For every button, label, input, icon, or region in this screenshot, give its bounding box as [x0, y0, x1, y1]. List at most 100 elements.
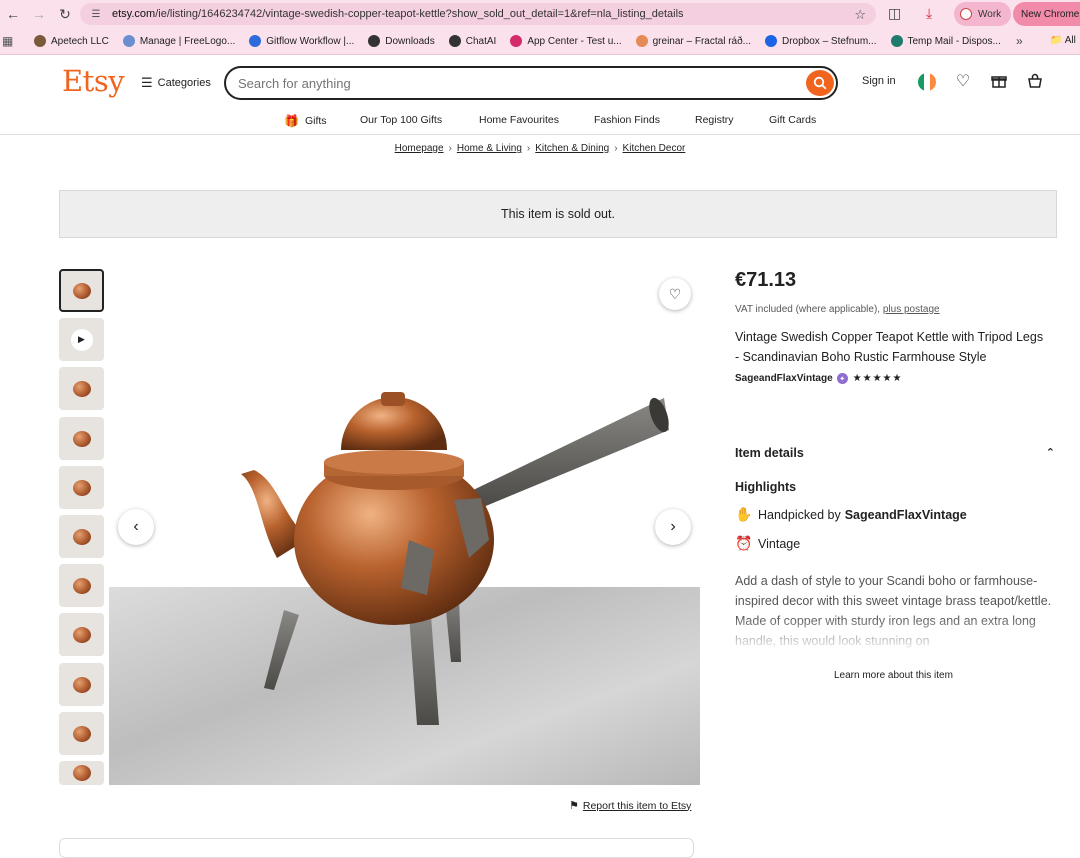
subnav-registry[interactable]: Registry [695, 114, 734, 126]
all-bookmarks[interactable]: 📁 All [1050, 35, 1076, 46]
address-bar[interactable]: ☰ etsy.com/ie/listing/1646234742/vintage… [80, 3, 876, 25]
breadcrumb-home-living[interactable]: Home & Living [457, 143, 522, 154]
reload-icon[interactable]: ↻ [52, 1, 78, 27]
reviews-panel [59, 838, 694, 858]
hand-sparkle-icon: ✋ [735, 506, 753, 522]
report-label: Report this item to Etsy [582, 799, 692, 812]
bookmark-item[interactable]: Apetech LLC [34, 35, 109, 47]
thumbnail-1[interactable] [59, 269, 104, 312]
back-icon[interactable]: ← [0, 1, 26, 27]
teapot-thumbnail-image [72, 528, 91, 545]
url-text: etsy.com/ie/listing/1646234742/vintage-s… [112, 8, 684, 20]
main-product-image [109, 270, 700, 785]
next-image-button[interactable]: › [655, 509, 691, 545]
bookmark-item[interactable]: Temp Mail - Dispos... [890, 35, 1001, 47]
learn-more-button[interactable]: Learn more about this item [834, 670, 953, 681]
profile-avatar [960, 8, 972, 20]
bookmark-item[interactable]: Dropbox – Stefnum... [765, 35, 877, 47]
thumbnail-9[interactable] [59, 663, 104, 706]
bookmark-favicon-icon [765, 35, 777, 47]
sign-in-link[interactable]: Sign in [862, 75, 896, 87]
bookmark-item[interactable]: Manage | FreeLogo... [122, 35, 235, 47]
search-button[interactable] [806, 70, 834, 96]
highlights-heading: Highlights [735, 480, 797, 494]
thumbnail-7[interactable] [59, 564, 104, 607]
item-details-toggle[interactable]: Item details ⌃ [735, 446, 1055, 460]
sold-out-banner: This item is sold out. [59, 190, 1057, 238]
category-nav: 🎁 Gifts Our Top 100 Gifts Home Favourites… [0, 107, 1080, 135]
gift-box-icon [991, 76, 1007, 88]
subnav-fashion-finds[interactable]: Fashion Finds [594, 114, 660, 126]
breadcrumb-kitchen-dining[interactable]: Kitchen & Dining [535, 143, 609, 154]
favorite-heart-button[interactable]: ♡ [659, 278, 691, 310]
postage-link[interactable]: plus postage [883, 304, 940, 315]
menu-icon: ☰ [141, 75, 153, 90]
teapot-thumbnail-image [72, 725, 91, 742]
bookmarks-bar: ▦ Apetech LLC Manage | FreeLogo... Gitflow… [0, 28, 1080, 55]
teapot-thumbnail-image [72, 626, 91, 643]
bookmark-label: Gitflow Workflow |... [266, 35, 355, 47]
search-bar [224, 66, 838, 100]
gift-icon[interactable] [989, 71, 1009, 91]
etsy-logo[interactable]: Etsy [62, 64, 125, 98]
bookmark-item[interactable]: Gitflow Workflow |... [249, 35, 354, 47]
bookmark-item[interactable]: ChatAI [448, 35, 496, 47]
thumbnail-5[interactable] [59, 466, 104, 509]
handpicked-seller-link[interactable]: SageandFlaxVintage [845, 508, 967, 522]
site-info-icon[interactable]: ☰ [88, 6, 104, 22]
subnav-gift-cards[interactable]: Gift Cards [769, 114, 816, 126]
subnav-label: Gifts [304, 115, 327, 127]
gift-icon: 🎁 [284, 114, 299, 128]
cart-icon[interactable] [1025, 71, 1045, 91]
bookmark-item[interactable]: App Center - Test u... [510, 35, 622, 47]
bookmark-item[interactable]: Downloads [368, 35, 435, 47]
item-description: Add a dash of style to your Scandi boho … [735, 574, 1052, 648]
favorites-heart-icon[interactable]: ♡ [953, 71, 973, 91]
teapot-thumbnail-image [72, 430, 91, 447]
subnav-top-100-gifts[interactable]: Our Top 100 Gifts [360, 114, 442, 126]
new-chrome-label: New Chrome a [1021, 8, 1080, 20]
report-item-link[interactable]: ⚑ Report this item to Etsy [569, 799, 692, 813]
subnav-home-favourites[interactable]: Home Favourites [479, 114, 559, 126]
breadcrumb-homepage[interactable]: Homepage [395, 143, 444, 154]
alarm-clock-icon: ⏰ [735, 535, 753, 551]
chevron-right-icon: › [614, 143, 618, 154]
thumbnail-10[interactable] [59, 712, 104, 755]
breadcrumb-kitchen-decor[interactable]: Kitchen Decor [623, 143, 686, 154]
bookmark-item[interactable]: greinar – Fractal ráð... [635, 35, 751, 47]
vintage-label: Vintage [758, 536, 801, 551]
thumbnail-video[interactable]: ▶ [59, 318, 104, 361]
thumbnail-8[interactable] [59, 613, 104, 656]
thumbnail-6[interactable] [59, 515, 104, 558]
ireland-flag-icon[interactable] [918, 73, 936, 91]
vintage-row: ⏰ Vintage [735, 535, 800, 552]
rating-stars[interactable]: ★★★★★ [853, 373, 903, 384]
search-icon [813, 76, 827, 90]
url-path: /ie/listing/1646234742/vintage-swedish-c… [155, 8, 684, 20]
categories-label: Categories [157, 77, 211, 89]
seller-link[interactable]: SageandFlaxVintage [735, 373, 833, 384]
bookmark-favicon-icon [122, 35, 135, 47]
seller-info: SageandFlaxVintage ✦ ★★★★★ [735, 373, 902, 384]
subnav-label: Gift Cards [769, 114, 817, 126]
bookmark-star-icon[interactable]: ☆ [854, 7, 866, 23]
apps-grid-icon[interactable]: ▦ [2, 34, 20, 48]
thumbnail-11[interactable] [59, 761, 104, 785]
bookmark-favicon-icon [249, 35, 262, 47]
extensions-icon[interactable]: ◫ [888, 5, 901, 22]
forward-icon[interactable]: → [26, 1, 52, 27]
thumbnail-4[interactable] [59, 417, 104, 460]
bookmark-label: Dropbox – Stefnum... [782, 35, 877, 47]
thumbnail-3[interactable] [59, 367, 104, 410]
item-details-label: Item details [735, 446, 804, 460]
download-icon[interactable]: ⤓ [926, 5, 932, 22]
categories-button[interactable]: ☰ Categories [141, 75, 211, 91]
more-bookmarks-icon[interactable]: » [1016, 34, 1023, 48]
subnav-gifts[interactable]: 🎁 Gifts [284, 114, 327, 128]
new-chrome-chip[interactable]: New Chrome a [1013, 2, 1080, 26]
copper-teapot-illustration [241, 392, 669, 725]
profile-chip[interactable]: Work [954, 2, 1012, 26]
previous-image-button[interactable]: ‹ [118, 509, 154, 545]
search-input[interactable] [238, 75, 778, 91]
chevron-left-icon: ‹ [133, 518, 139, 535]
